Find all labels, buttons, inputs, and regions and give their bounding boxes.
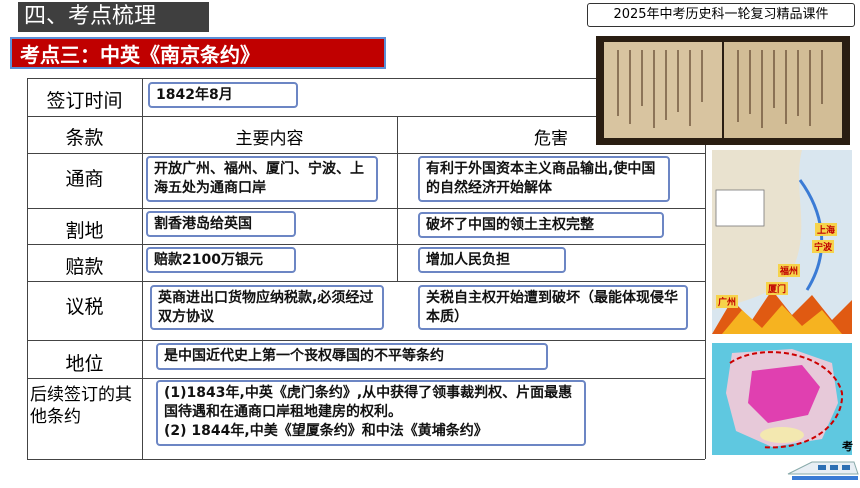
treaty-manuscript-photo [596,36,850,145]
content-cession: 割香港岛给英国 [146,211,296,237]
table-divider [27,153,705,154]
content-trade: 开放广州、福州、厦门、宁波、上海五处为通商口岸 [146,156,378,202]
sign-time-label: 签订时间 [46,90,123,112]
content-header: 主要内容 [235,129,304,149]
table-divider [27,244,705,245]
hong-kong-map [712,343,852,455]
table-border-bottom [27,459,705,460]
row-label-status: 地位 [65,353,104,375]
harm-trade: 有利于外国资本主义商品输出,使中国的自然经济开始解体 [418,156,670,202]
table-divider [27,208,705,209]
row-label-tariff: 议税 [65,296,104,318]
map-label-xiamen: 厦门 [766,282,789,295]
brand-label: 2025年中考历史科一轮复习精品课件 [587,3,855,27]
map-label-guangzhou: 广州 [716,295,739,308]
sign-time-value: 1842年8月 [148,82,298,108]
status-value: 是中国近代史上第一个丧权辱国的不平等条约 [156,343,548,370]
table-divider [27,281,705,282]
clause-header: 条款 [65,127,104,149]
map-label-ningbo: 宁波 [812,240,835,253]
later-treaties-box: (1)1843年,中英《虎门条约》,从中获得了领事裁判权、片面最惠国待遇和在通商… [156,380,586,446]
row-label-later-treaties: 后续签订的其他条约 [30,385,132,427]
map-label-shanghai: 上海 [815,223,838,236]
table-divider [27,340,705,341]
later-treaty-1: (1)1843年,中英《虎门条约》,从中获得了领事裁判权、片面最惠国待遇和在通商… [164,385,573,420]
content-indemnity: 赔款2100万银元 [146,247,296,273]
topic-title: 考点三：中英《南京条约》 [10,37,386,69]
harm-indemnity: 增加人民负担 [418,247,566,273]
later-treaty-2: (2) 1844年,中美《望厦条约》和中法《黄埔条约》 [164,423,488,439]
map-label-fuzhou: 福州 [778,264,801,277]
treaty-ports-map: 上海 宁波 福州 厦门 广州 [712,150,852,334]
harm-cession: 破坏了中国的领土主权完整 [418,212,664,238]
content-tariff: 英商进出口货物应纳税款,必须经过双方协议 [150,285,384,330]
table-divider [27,378,705,379]
decorative-vehicle-icon [782,452,860,484]
section-title: 四、考点梳理 [18,2,209,32]
harm-tariff: 关税自主权开始遭到破坏（最能体现侵华本质） [418,285,688,330]
row-label-cession: 割地 [65,220,104,242]
row-label-indemnity: 赔款 [65,256,104,278]
row-label-trade: 通商 [65,168,104,190]
